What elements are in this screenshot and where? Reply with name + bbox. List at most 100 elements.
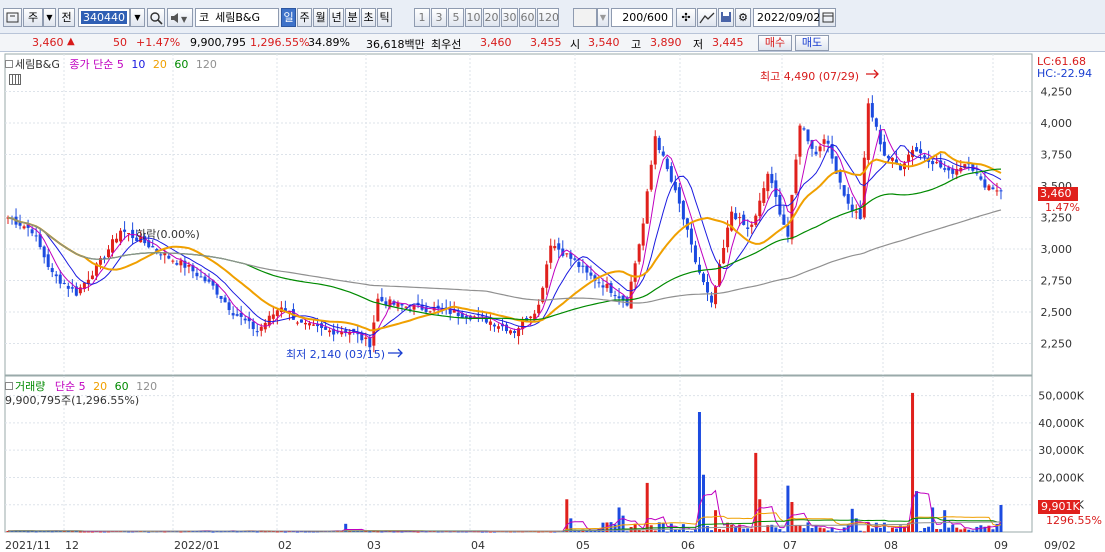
- interval-button[interactable]: 10: [465, 8, 482, 27]
- candle-body: [999, 190, 1003, 192]
- sell-button[interactable]: 매도: [795, 35, 829, 51]
- stock-name: 세림B&G: [215, 11, 261, 24]
- price-tick-label: 3,750: [1041, 149, 1073, 162]
- volume-bar: [685, 531, 689, 533]
- sound-icon[interactable]: ▼: [167, 8, 193, 27]
- price-change-pct: +1.47%: [136, 36, 181, 49]
- candle-body: [786, 225, 790, 237]
- period-button[interactable]: 초: [361, 8, 376, 27]
- interval-button[interactable]: 1: [414, 8, 430, 27]
- volume-bar: [782, 531, 786, 533]
- candle-body: [814, 151, 818, 155]
- volume-bar: [645, 482, 649, 532]
- interval-button[interactable]: 30: [501, 8, 518, 27]
- candle-body: [838, 171, 842, 183]
- volume-bar: [963, 528, 967, 532]
- candle-body: [681, 200, 685, 220]
- search-icon[interactable]: [147, 8, 165, 27]
- chart-canvas[interactable]: 2,2502,5002,7503,0003,2503,5003,7504,000…: [0, 52, 1105, 552]
- volume-bar: [211, 531, 215, 533]
- candle-body: [641, 223, 645, 246]
- candle-body: [589, 272, 593, 276]
- candle-body: [601, 285, 605, 288]
- best-ask-label: 최우선: [431, 38, 462, 51]
- volume-bar: [774, 527, 778, 532]
- volume-tick-label: 30,000K: [1038, 444, 1084, 457]
- legend-toggle-icon[interactable]: [5, 60, 13, 68]
- candle-body: [131, 229, 135, 239]
- date-field[interactable]: 2022/09/02: [753, 8, 820, 27]
- grid-table-icon[interactable]: [9, 74, 21, 85]
- interval-input[interactable]: [573, 8, 597, 27]
- quote-bar: 3,460 ▲ 50 +1.47% 9,900,795 1,296.55% 34…: [0, 34, 1105, 52]
- interval-button[interactable]: 5: [448, 8, 464, 27]
- candle-body: [159, 254, 163, 256]
- volume-bar: [798, 525, 802, 532]
- type-dropdown-icon[interactable]: ▼: [43, 8, 56, 27]
- volume-bar: [967, 529, 971, 532]
- candle-body: [661, 151, 665, 156]
- market-prefix: 코: [199, 11, 210, 24]
- type-select-button[interactable]: 주: [23, 8, 43, 27]
- period-button[interactable]: 월: [313, 8, 328, 27]
- candle-body: [706, 282, 710, 293]
- prev-button[interactable]: 전: [58, 8, 75, 27]
- candle-body: [935, 162, 939, 164]
- legend-ma-5: 5: [116, 58, 124, 71]
- chart-type-icon[interactable]: [3, 8, 22, 27]
- volume-legend-toggle-icon[interactable]: [5, 382, 13, 390]
- legend-ma-10: 10: [131, 58, 146, 71]
- candle-body: [151, 246, 155, 248]
- volume-bar: [955, 527, 959, 532]
- interval-button[interactable]: 60: [519, 8, 536, 27]
- code-dropdown-icon[interactable]: ▼: [130, 8, 145, 27]
- period-button[interactable]: 일: [281, 8, 296, 27]
- volume-bar: [971, 530, 975, 532]
- candle-body: [259, 326, 263, 331]
- period-button[interactable]: 주: [297, 8, 312, 27]
- buy-button[interactable]: 매수: [758, 35, 792, 51]
- candle-body: [328, 330, 332, 333]
- save-icon[interactable]: [718, 8, 734, 27]
- crosshair-icon[interactable]: ✣: [676, 8, 696, 27]
- interval-button[interactable]: 120: [537, 8, 559, 27]
- candle-body: [167, 255, 171, 259]
- data-count-field[interactable]: 200/600: [611, 8, 673, 27]
- volume-bar: [818, 527, 822, 532]
- candle-body: [223, 297, 227, 303]
- candle-body: [633, 263, 637, 282]
- interval-dropdown-icon[interactable]: ▼: [597, 8, 609, 27]
- period-button[interactable]: 분: [345, 8, 360, 27]
- stock-chart[interactable]: 2,2502,5002,7503,0003,2503,5003,7504,000…: [0, 52, 1105, 552]
- interval-button[interactable]: 20: [483, 8, 500, 27]
- candle-body: [689, 228, 693, 245]
- volume-bar: [718, 529, 722, 532]
- volume-bar: [754, 452, 758, 532]
- calendar-icon[interactable]: [819, 8, 836, 27]
- interval-button[interactable]: 3: [431, 8, 447, 27]
- volume-bar: [295, 531, 299, 533]
- draw-line-icon[interactable]: [697, 8, 717, 27]
- volume-bar: [806, 522, 810, 532]
- candle-body: [496, 326, 500, 329]
- volume-bar: [613, 524, 617, 532]
- period-button[interactable]: 틱: [377, 8, 392, 27]
- period-button[interactable]: 년: [329, 8, 344, 27]
- volume-bar: [653, 530, 657, 532]
- stock-code-input[interactable]: 340440: [78, 8, 130, 27]
- price-tick-label: 2,750: [1041, 275, 1073, 288]
- stock-name-field[interactable]: 코 세림B&G: [195, 8, 279, 27]
- current-price: 3,460: [32, 36, 64, 49]
- volume-bar: [368, 531, 372, 533]
- candle-body: [750, 224, 754, 227]
- volume-bar: [750, 528, 754, 532]
- volume-bar: [633, 523, 637, 532]
- candle-body: [818, 146, 822, 152]
- volume-bar: [762, 530, 766, 532]
- volume-info: 9,900,795주(1,296.55%): [5, 394, 140, 407]
- candle-body: [50, 268, 54, 273]
- gear-icon[interactable]: ⚙: [735, 8, 751, 27]
- candle-body: [396, 302, 400, 307]
- candle-body: [866, 103, 870, 160]
- x-tick-label: 09/02: [1044, 539, 1076, 552]
